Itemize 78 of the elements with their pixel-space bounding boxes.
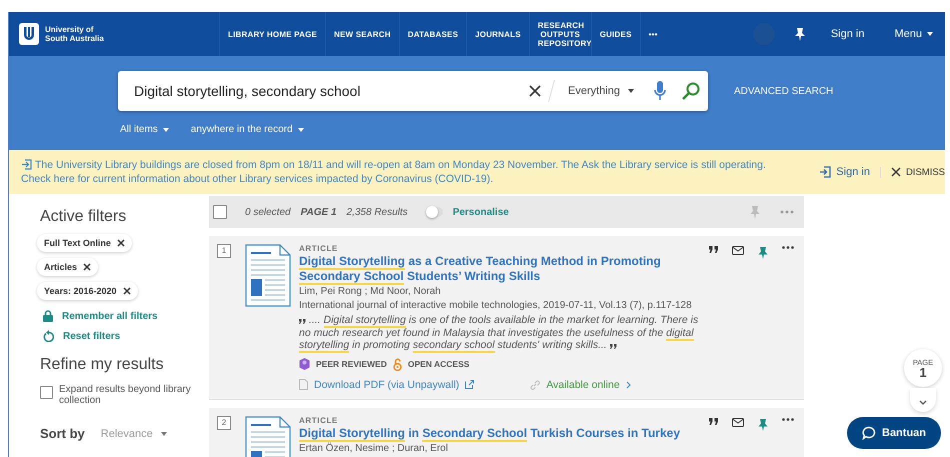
pin-icon[interactable] (758, 418, 768, 430)
logo-text[interactable]: University of South Australia (45, 25, 115, 43)
result-snippet: .... Digital storytelling is one of the tools available in the market for learning. There is no much research yet found in Malaysia that investigates the usefulness of the digital storytelling in promoting secondary school students' writing skills... (299, 314, 700, 352)
sort-label: Sort by (40, 426, 85, 441)
sign-in-icon (819, 166, 832, 178)
filter-dropdown[interactable]: anywhere in the record (190, 124, 304, 135)
result-number: 2 (217, 416, 231, 430)
dismiss-button[interactable]: DISMISS (880, 166, 945, 178)
reset-filters-link[interactable]: Reset filters (43, 330, 120, 342)
filter-chip[interactable]: Articles (37, 258, 98, 276)
menu-button[interactable]: Menu (888, 27, 939, 41)
advanced-search-link[interactable]: ADVANCED SEARCH (728, 84, 840, 98)
result-title-link[interactable]: Digital Storytelling in Secondary School Turkish Courses in Turkey (299, 426, 701, 440)
page-label: PAGE 1 (300, 206, 337, 218)
sign-in-link[interactable]: Sign in (824, 27, 870, 41)
quote-icon (299, 317, 306, 324)
sign-in-button[interactable]: Sign in (819, 166, 870, 178)
shield-logo-icon[interactable] (19, 23, 39, 45)
pin-icon[interactable] (792, 27, 807, 41)
result-number: 1 (217, 244, 231, 258)
scope-dropdown[interactable]: Everything (562, 84, 640, 98)
result-source: International journal of interactive mobile technologies, 2019-07-11, Vol.13 (7), p.117-128 (299, 299, 693, 312)
caret-icon (162, 128, 169, 132)
caret-icon (160, 432, 167, 436)
page-indicator-number: 1 (919, 366, 927, 378)
lock-icon (43, 310, 53, 322)
search-field[interactable]: Digital storytelling, secondary school Everything (118, 71, 708, 111)
filter-chip[interactable]: Full Text Online (37, 234, 132, 252)
resource-type: ARTICLE (299, 416, 339, 424)
remove-icon[interactable] (122, 287, 131, 295)
badge-label: PEER REVIEWED (316, 358, 387, 370)
notice-text: The University Library buildings are closed from 8pm on 18/11 and will re-open at 8am on Monday 23 November. The Ask the Library service is still operating. Check here for current information about other Library services impacted by Coronavirus (COVID-19). (21, 158, 767, 186)
checkbox-label: Expand results beyond library collection (59, 384, 192, 406)
caret-icon (927, 32, 933, 36)
results-count: 2,358 Results (346, 206, 408, 218)
toggle-label: Personalise (452, 206, 509, 218)
result-title-link[interactable]: Digital Storytelling as a Creative Teaching Method in Promoting Secondary School Students’ Writing Skills (299, 254, 701, 284)
search-icon[interactable] (682, 82, 700, 100)
close-icon (890, 167, 901, 177)
chevron-down-icon (919, 400, 927, 404)
help-chat-button[interactable]: Bantuan (847, 417, 941, 449)
peer-reviewed-icon (299, 358, 310, 370)
external-link-icon (465, 380, 474, 389)
filter-dropdown[interactable]: All items (120, 124, 169, 135)
caret-icon (628, 89, 634, 93)
resource-type: ARTICLE (299, 244, 339, 253)
caret-icon (298, 128, 304, 132)
section-heading: Refine my results (40, 356, 165, 374)
remember-filters-link[interactable]: Remember all filters (43, 310, 158, 322)
more-icon[interactable] (782, 246, 794, 249)
mail-icon[interactable] (732, 246, 744, 255)
chevron-right-icon (626, 380, 631, 388)
selected-count: 0 selected (245, 206, 291, 218)
personalise-toggle[interactable] (426, 207, 443, 217)
quote-icon[interactable] (709, 246, 718, 253)
pin-icon[interactable] (758, 246, 768, 259)
open-lock-icon (392, 358, 402, 370)
mail-icon[interactable] (732, 418, 744, 426)
clear-icon[interactable] (529, 85, 542, 97)
document-icon[interactable] (245, 244, 291, 307)
badge-label: OPEN ACCESS (408, 358, 470, 370)
quote-icon (610, 342, 617, 349)
reset-icon (43, 330, 54, 342)
select-all-checkbox[interactable] (213, 205, 227, 219)
quote-icon[interactable] (709, 418, 718, 424)
result-authors: Ertan Özen, Nesime ; Duran, Erol (299, 442, 449, 454)
sign-in-icon (21, 159, 32, 170)
microphone-icon[interactable] (654, 81, 666, 101)
result-authors: Lim, Pei Rong ; Md Noor, Norah (299, 285, 442, 298)
pdf-file-icon (299, 379, 308, 390)
section-heading: Active filters (40, 208, 128, 226)
chat-bubble-icon (862, 426, 876, 440)
more-icon[interactable] (782, 418, 794, 420)
remove-icon[interactable] (116, 239, 125, 247)
filter-chip[interactable]: Years: 2016-2020 (37, 282, 138, 300)
remove-icon[interactable] (83, 263, 92, 271)
link-icon (530, 380, 540, 390)
checkbox[interactable] (40, 386, 53, 399)
